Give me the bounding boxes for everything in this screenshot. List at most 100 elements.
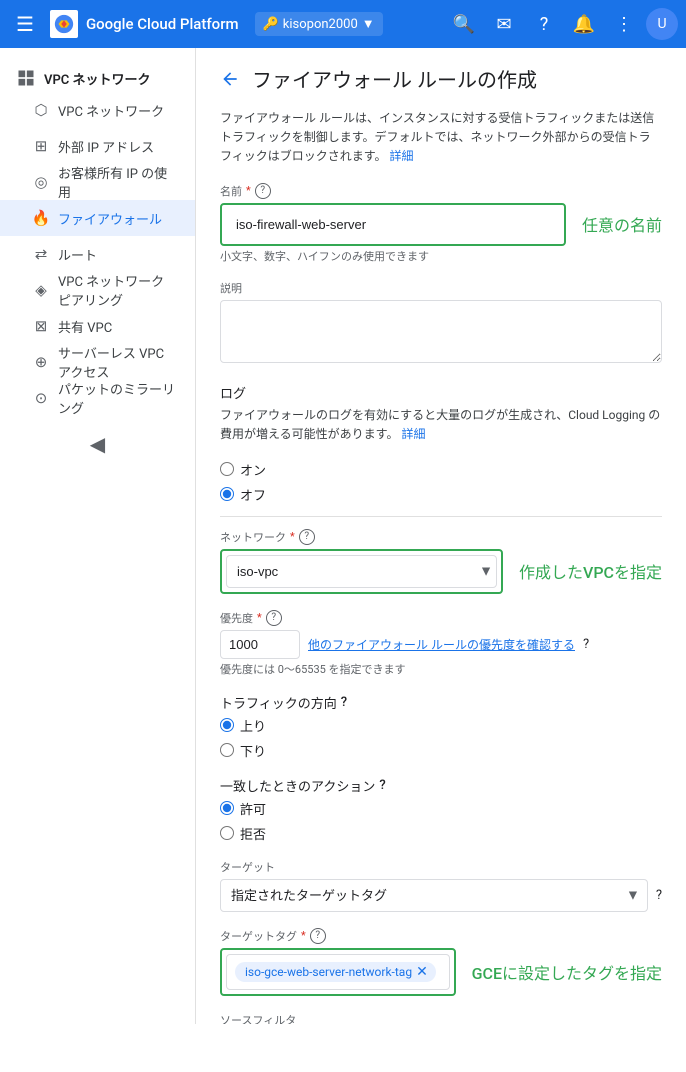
avatar[interactable]: U bbox=[646, 8, 678, 40]
mail-icon[interactable]: ✉ bbox=[486, 6, 522, 42]
action-label: 一致したときのアクション ? bbox=[220, 776, 662, 795]
target-tag-input[interactable]: iso-gce-web-server-network-tag ✕ bbox=[226, 954, 450, 990]
log-on-radio[interactable] bbox=[220, 462, 234, 476]
target-select[interactable]: 指定されたターゲットタグ bbox=[220, 879, 648, 912]
target-tag-help-icon[interactable]: ? bbox=[310, 928, 326, 944]
search-icon[interactable]: 🔍 bbox=[446, 6, 482, 42]
project-dropdown-icon: ▼ bbox=[362, 16, 375, 32]
name-field-row: 任意の名前 bbox=[220, 203, 662, 246]
priority-help-icon[interactable]: ? bbox=[266, 610, 282, 626]
log-section-title: ログ bbox=[220, 383, 662, 402]
action-allow-radio[interactable] bbox=[220, 801, 234, 815]
priority-link[interactable]: 他のファイアウォール ルールの優先度を確認する bbox=[308, 636, 575, 653]
priority-input[interactable] bbox=[220, 630, 300, 659]
sidebar-item-routes[interactable]: ⇄ ルート bbox=[0, 236, 195, 272]
priority-row: 他のファイアウォール ルールの優先度を確認する ? bbox=[220, 630, 662, 659]
action-help-icon[interactable]: ? bbox=[379, 778, 385, 793]
target-tag-remove-icon[interactable]: ✕ bbox=[416, 964, 428, 980]
target-label: ターゲット bbox=[220, 859, 662, 875]
external-ip-icon: ⊞ bbox=[32, 137, 50, 155]
action-allow-option[interactable]: 許可 bbox=[220, 799, 662, 818]
priority-hint: 優先度には 0〜65535 を指定できます bbox=[220, 661, 662, 677]
traffic-help-icon[interactable]: ? bbox=[341, 695, 347, 710]
sidebar-item-packet-mirroring[interactable]: ⊙ パケットのミラーリング bbox=[0, 380, 195, 416]
more-options-icon[interactable]: ⋮ bbox=[606, 6, 642, 42]
sidebar-item-serverless-vpc[interactable]: ⊕ サーバーレス VPC アクセス bbox=[0, 344, 195, 380]
log-off-radio[interactable] bbox=[220, 487, 234, 501]
top-navigation: ☰ Google Cloud Platform 🔑 kisopon2000 ▼ … bbox=[0, 0, 686, 48]
google-cloud-logo-icon bbox=[50, 10, 78, 38]
collapse-sidebar-icon[interactable]: ◀ bbox=[16, 432, 179, 456]
sidebar-item-owned-ip[interactable]: ◎ お客様所有 IP の使用 bbox=[0, 164, 195, 200]
packet-mirroring-icon: ⊙ bbox=[32, 389, 50, 407]
target-tag-annotation: GCEに設定したタグを指定 bbox=[472, 960, 662, 984]
network-select[interactable]: iso-vpc bbox=[226, 555, 497, 588]
vpc-section-icon bbox=[16, 68, 36, 88]
action-deny-radio[interactable] bbox=[220, 826, 234, 840]
back-button[interactable] bbox=[220, 69, 240, 89]
sidebar-item-shared-vpc[interactable]: ⊠ 共有 VPC bbox=[0, 308, 195, 344]
priority-link-help-icon[interactable]: ? bbox=[583, 637, 589, 652]
notification-icon[interactable]: 🔔 bbox=[566, 6, 602, 42]
target-tag-label: ターゲットタグ * ? bbox=[220, 928, 662, 944]
traffic-up-radio[interactable] bbox=[220, 718, 234, 732]
source-filter-label: ソースフィルタ bbox=[220, 1012, 662, 1024]
traffic-direction-field: トラフィックの方向 ? 上り 下り bbox=[220, 693, 662, 760]
nav-icons-group: 🔍 ✉ ? 🔔 ⋮ U bbox=[446, 6, 678, 42]
target-tag-field: ターゲットタグ * ? iso-gce-web-server-network-t… bbox=[220, 928, 662, 996]
target-field: ターゲット 指定されたターゲットタグ ▼ ? bbox=[220, 859, 662, 912]
firewall-icon: 🔥 bbox=[32, 209, 50, 227]
name-input[interactable] bbox=[226, 209, 560, 240]
name-field: 名前 * ? 任意の名前 小文字、数字、ハイフンのみ使用できます bbox=[220, 183, 662, 264]
network-annotation: 作成したVPCを指定 bbox=[519, 559, 662, 583]
routes-icon: ⇄ bbox=[32, 245, 50, 263]
name-annotation: 任意の名前 bbox=[582, 212, 662, 236]
page-description: ファイアウォール ルールは、インスタンスに対する受信トラフィックまたは送信トラフ… bbox=[220, 109, 662, 167]
action-deny-option[interactable]: 拒否 bbox=[220, 824, 662, 843]
target-tag-highlighted-box: iso-gce-web-server-network-tag ✕ bbox=[220, 948, 456, 996]
log-on-option[interactable]: オン bbox=[220, 460, 662, 479]
log-detail-link[interactable]: 詳細 bbox=[401, 427, 425, 441]
network-field-row: iso-vpc ▼ 作成したVPCを指定 bbox=[220, 549, 662, 594]
desc-label: 説明 bbox=[220, 280, 662, 296]
log-section: ログ ファイアウォールのログを有効にすると大量のログが生成され、Cloud Lo… bbox=[220, 383, 662, 504]
target-tag-row: iso-gce-web-server-network-tag ✕ GCEに設定し… bbox=[220, 948, 662, 996]
sidebar-item-external-ip[interactable]: ⊞ 外部 IP アドレス bbox=[0, 128, 195, 164]
log-off-option[interactable]: オフ bbox=[220, 485, 662, 504]
priority-label: 優先度 * ? bbox=[220, 610, 662, 626]
help-icon[interactable]: ? bbox=[526, 6, 562, 42]
traffic-down-radio[interactable] bbox=[220, 743, 234, 757]
detail-link[interactable]: 詳細 bbox=[390, 149, 414, 163]
description-input[interactable] bbox=[220, 300, 662, 363]
page-title: ファイアウォール ルールの作成 bbox=[252, 64, 537, 93]
hamburger-menu-icon[interactable]: ☰ bbox=[8, 4, 42, 44]
sidebar-item-vpc-network[interactable]: ⬡ VPC ネットワーク bbox=[0, 92, 195, 128]
description-field: 説明 bbox=[220, 280, 662, 367]
target-help-icon[interactable]: ? bbox=[656, 888, 662, 903]
name-hint: 小文字、数字、ハイフンのみ使用できます bbox=[220, 248, 662, 264]
priority-field: 優先度 * ? 他のファイアウォール ルールの優先度を確認する ? 優先度には … bbox=[220, 610, 662, 677]
source-filter-field: ソースフィルタ IP 範囲 ▼ bbox=[220, 1012, 662, 1024]
vpc-network-icon: ⬡ bbox=[32, 101, 50, 119]
owned-ip-icon: ◎ bbox=[32, 173, 50, 191]
product-name: Google Cloud Platform bbox=[86, 15, 239, 33]
page-header: ファイアウォール ルールの作成 bbox=[220, 64, 662, 93]
name-help-icon[interactable]: ? bbox=[255, 183, 271, 199]
network-label: ネットワーク * ? bbox=[220, 529, 662, 545]
shared-vpc-icon: ⊠ bbox=[32, 317, 50, 335]
log-description: ファイアウォールのログを有効にすると大量のログが生成され、Cloud Loggi… bbox=[220, 406, 662, 444]
action-field: 一致したときのアクション ? 許可 拒否 bbox=[220, 776, 662, 843]
traffic-up-option[interactable]: 上り bbox=[220, 716, 662, 735]
sidebar-item-firewall[interactable]: 🔥 ファイアウォール bbox=[0, 200, 195, 236]
target-select-wrapper: 指定されたターゲットタグ ▼ bbox=[220, 879, 648, 912]
traffic-down-option[interactable]: 下り bbox=[220, 741, 662, 760]
sidebar-item-vpc-peering[interactable]: ◈ VPC ネットワーク ピアリング bbox=[0, 272, 195, 308]
name-highlighted-box bbox=[220, 203, 566, 246]
traffic-label: トラフィックの方向 ? bbox=[220, 693, 662, 712]
sidebar-section-title: VPC ネットワーク bbox=[0, 56, 195, 92]
log-radio-group: オン オフ bbox=[220, 460, 662, 504]
project-selector[interactable]: 🔑 kisopon2000 ▼ bbox=[255, 12, 383, 36]
network-help-icon[interactable]: ? bbox=[299, 529, 315, 545]
sidebar: VPC ネットワーク ⬡ VPC ネットワーク ⊞ 外部 IP アドレス ◎ お… bbox=[0, 48, 196, 1024]
action-radio-group: 許可 拒否 bbox=[220, 799, 662, 843]
